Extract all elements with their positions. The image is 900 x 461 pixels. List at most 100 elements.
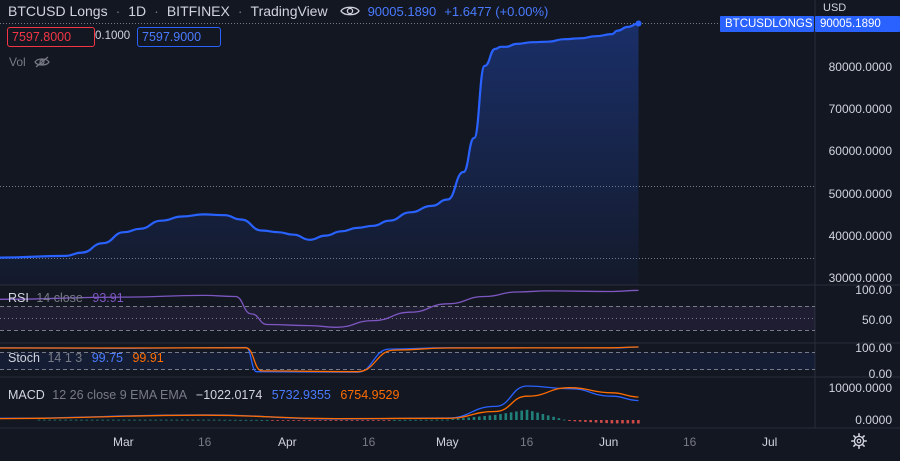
price-axis-label: 50000.0000 bbox=[828, 187, 892, 201]
rsi-value: 93.91 bbox=[92, 291, 124, 305]
macd-histogram-bar bbox=[249, 419, 253, 421]
price-axis-label: 80000.0000 bbox=[828, 60, 892, 74]
macd-axis-label: 0.0000 bbox=[855, 413, 892, 427]
macd-histogram-bar bbox=[143, 419, 147, 421]
macd-histogram-bar bbox=[584, 420, 587, 422]
rsi-name: RSI bbox=[8, 291, 29, 305]
currency-button[interactable]: USD bbox=[815, 0, 900, 16]
macd-histogram-bar bbox=[467, 417, 470, 420]
macd-histogram-bar bbox=[589, 420, 592, 423]
macd-histogram-bar bbox=[573, 420, 577, 422]
macd-histogram-bar bbox=[366, 420, 370, 421]
macd-value: 5732.9355 bbox=[271, 388, 331, 402]
rsi-axis-label: 50.00 bbox=[861, 313, 892, 327]
sell-button[interactable]: 7597.8000 bbox=[7, 27, 95, 47]
macd-histogram-bar bbox=[631, 420, 635, 424]
macd-histogram-bar bbox=[340, 420, 343, 421]
macd-histogram-bar bbox=[58, 419, 62, 421]
macd-histogram-bar bbox=[212, 419, 216, 421]
macd-histogram-bar bbox=[462, 418, 465, 420]
macd-histogram-bar bbox=[424, 419, 428, 421]
last-price-point bbox=[635, 20, 642, 27]
price-axis-label: 40000.0000 bbox=[828, 229, 892, 243]
macd-params: 12 26 close 9 EMA EMA bbox=[52, 388, 187, 402]
rsi-axis-label: 100.00 bbox=[855, 283, 892, 297]
price-axis-label: 70000.0000 bbox=[828, 102, 892, 116]
macd-histogram-bar bbox=[324, 420, 327, 421]
macd-histogram-bar bbox=[260, 420, 264, 421]
macd-histogram-bar bbox=[133, 419, 136, 421]
macd-histogram-bar bbox=[393, 420, 396, 421]
stoch-axis-label: 0.00 bbox=[868, 367, 892, 381]
time-axis-label: 16 bbox=[520, 435, 534, 449]
macd-histogram-bar bbox=[483, 416, 486, 420]
macd-histogram-bar bbox=[43, 419, 46, 421]
macd-name: MACD bbox=[8, 388, 45, 402]
macd-histogram-bar bbox=[64, 419, 67, 421]
volume-label: Vol bbox=[9, 55, 26, 69]
macd-histogram-bar bbox=[504, 413, 508, 420]
macd-histogram-bar bbox=[509, 412, 513, 420]
stoch-legend[interactable]: Stoch 14 1 3 99.75 99.91 bbox=[8, 351, 164, 365]
macd-histogram-bar bbox=[531, 411, 534, 420]
time-axis-label: Jun bbox=[599, 435, 619, 449]
stoch-params: 14 1 3 bbox=[47, 351, 83, 365]
order-size[interactable]: 0.1000 bbox=[91, 27, 134, 45]
macd-histogram-bar bbox=[186, 419, 189, 421]
macd-histogram-bar bbox=[74, 419, 78, 421]
macd-histogram-bar bbox=[371, 420, 375, 421]
macd-histogram-bar bbox=[149, 419, 152, 421]
macd-histogram-bar bbox=[345, 420, 348, 421]
volume-legend[interactable]: Vol bbox=[9, 55, 50, 69]
macd-histogram-bar bbox=[122, 419, 126, 421]
eye-crossed-icon[interactable] bbox=[33, 56, 50, 68]
macd-histogram-bar bbox=[223, 419, 226, 421]
macd-histogram-bar bbox=[170, 419, 173, 421]
macd-histogram-bar bbox=[356, 420, 359, 421]
macd-histogram-bar bbox=[271, 420, 274, 421]
macd-histogram-bar bbox=[430, 419, 433, 421]
gear-icon[interactable] bbox=[851, 433, 867, 449]
macd-histogram-bar bbox=[440, 419, 444, 421]
price-axis-label: 60000.0000 bbox=[828, 144, 892, 158]
macd-histogram-bar bbox=[419, 419, 423, 421]
macd-histogram-bar bbox=[525, 409, 529, 420]
macd-histogram-bar bbox=[191, 419, 195, 421]
time-axis-label: Jul bbox=[762, 435, 778, 449]
macd-histogram-bar bbox=[472, 417, 476, 420]
macd-histogram-bar bbox=[621, 420, 624, 424]
macd-histogram-bar bbox=[127, 419, 131, 421]
rsi-params: 14 close bbox=[36, 291, 83, 305]
macd-histogram-bar bbox=[292, 420, 295, 421]
symbol-name[interactable]: BTCUSD Longs bbox=[8, 3, 108, 19]
change-value: +1.6477 (+0.00%) bbox=[444, 3, 549, 19]
macd-histogram-bar bbox=[165, 419, 168, 421]
interval-label[interactable]: 1D bbox=[128, 3, 146, 19]
time-axis-label: Apr bbox=[278, 435, 297, 449]
macd-histogram-bar bbox=[244, 419, 248, 421]
macd-histogram-bar bbox=[414, 419, 417, 421]
macd-histogram-bar bbox=[180, 419, 184, 421]
macd-histogram-bar bbox=[218, 419, 221, 421]
macd-histogram-bar bbox=[578, 420, 582, 422]
macd-histogram-bar bbox=[53, 419, 57, 421]
macd-histogram-bar bbox=[520, 410, 523, 420]
stoch-name: Stoch bbox=[8, 351, 40, 365]
macd-histogram-bar bbox=[615, 420, 619, 424]
separator-dot: · bbox=[237, 3, 243, 19]
macd-histogram-bar bbox=[239, 419, 242, 421]
macd-histogram-bar bbox=[297, 420, 301, 421]
buy-button[interactable]: 7597.9000 bbox=[137, 27, 221, 47]
last-price-tag: 90005.1890 bbox=[815, 16, 900, 32]
chart-legend[interactable]: BTCUSD Longs · 1D · BITFINEX · TradingVi… bbox=[8, 3, 548, 19]
macd-histogram-bar bbox=[69, 419, 73, 421]
macd-histogram-bar bbox=[281, 420, 285, 421]
macd-histogram-bar bbox=[451, 419, 455, 420]
macd-histogram-bar bbox=[112, 419, 115, 421]
macd-histogram-bar bbox=[361, 420, 364, 421]
macd-histogram-bar bbox=[403, 419, 407, 421]
macd-legend[interactable]: MACD 12 26 close 9 EMA EMA −1022.0174 57… bbox=[8, 388, 399, 402]
macd-histogram-bar bbox=[276, 420, 279, 421]
rsi-legend[interactable]: RSI 14 close 93.91 bbox=[8, 291, 124, 305]
eye-icon[interactable] bbox=[339, 4, 360, 18]
